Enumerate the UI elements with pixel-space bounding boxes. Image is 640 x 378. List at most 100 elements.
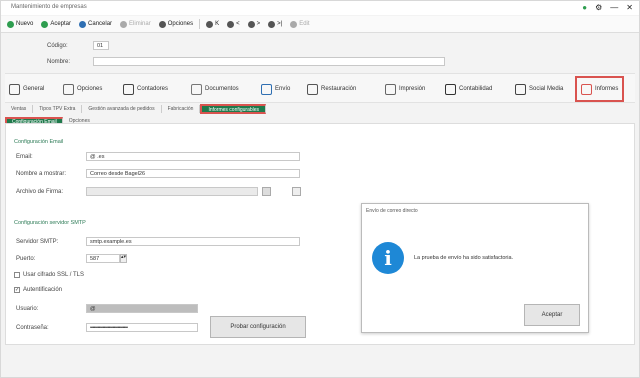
- category-label: Impresión: [399, 86, 426, 92]
- category-general[interactable]: General: [9, 80, 44, 98]
- print-icon: [385, 83, 396, 95]
- last-icon: [268, 20, 276, 28]
- category-label: Restauración: [321, 86, 357, 92]
- port-stepper-icon[interactable]: ▴▾: [120, 254, 127, 263]
- toolbar-edit-button[interactable]: Edit: [288, 20, 311, 28]
- auth-checkbox-row[interactable]: ✓ Autentificación: [14, 287, 62, 293]
- toolbar-separator: [199, 19, 201, 29]
- name-label: Nombre:: [47, 59, 71, 65]
- subtab-item[interactable]: Tipos TPV Extra: [33, 105, 83, 113]
- clear-icon[interactable]: [292, 187, 301, 196]
- subtab-item[interactable]: Informes configurables: [200, 104, 267, 114]
- browse-icon[interactable]: [262, 187, 271, 196]
- code-field[interactable]: 01: [93, 41, 109, 50]
- options-icon: [158, 20, 166, 28]
- test-config-button[interactable]: Probar configuración: [210, 316, 306, 338]
- check-icon: [41, 20, 49, 28]
- cancel-icon: [79, 20, 87, 28]
- smtp-section-title: Configuración servidor SMTP: [14, 220, 86, 226]
- category-label: Contadores: [137, 86, 169, 92]
- toolbar-label: Edit: [299, 21, 310, 27]
- category-documents[interactable]: Documentos: [191, 80, 239, 98]
- toolbar-next-button[interactable]: >: [246, 20, 263, 28]
- category-options[interactable]: Opciones: [63, 80, 102, 98]
- password-field[interactable]: ••••••••••••••••••••••••••••••: [86, 323, 198, 332]
- ssl-label: Usar cifrado SSL / TLS: [23, 272, 85, 278]
- toolbar-prev-button[interactable]: <: [225, 20, 242, 28]
- general-icon: [9, 83, 20, 95]
- toolbar-new-button[interactable]: Nuevo: [5, 20, 35, 28]
- category-label: Documentos: [205, 86, 239, 92]
- toolbar-last-button[interactable]: >|: [266, 20, 284, 28]
- delete-icon: [120, 20, 128, 28]
- category-bar: General Opciones Contadores Documentos Envío…: [5, 73, 635, 103]
- toolbar-label: >|: [277, 21, 283, 27]
- category-label: Social Media: [529, 86, 564, 92]
- user-field[interactable]: @: [86, 304, 198, 313]
- toolbar-first-button[interactable]: K: [204, 20, 221, 28]
- user-label: Usuario:: [16, 306, 39, 312]
- ssl-checkbox[interactable]: [14, 272, 20, 278]
- category-restaurant[interactable]: Restauración: [307, 80, 356, 98]
- prev-icon: [227, 20, 235, 28]
- port-label: Puerto:: [16, 256, 36, 262]
- signature-label: Archivo de Firma:: [16, 189, 64, 195]
- status-dot-icon[interactable]: ●: [582, 3, 587, 13]
- smtp-server-label: Servidor SMTP:: [16, 239, 59, 245]
- ok-button[interactable]: Aceptar: [524, 304, 580, 326]
- category-label: General: [23, 86, 45, 92]
- smtp-server-field[interactable]: smtp.example.es: [86, 237, 300, 246]
- email-field[interactable]: @ .es: [86, 152, 300, 161]
- close-icon[interactable]: ✕: [626, 3, 633, 13]
- toolbar-label: Aceptar: [50, 21, 72, 27]
- ssl-checkbox-row[interactable]: Usar cifrado SSL / TLS: [14, 272, 84, 278]
- name-field[interactable]: [93, 57, 445, 66]
- category-reports[interactable]: Informes: [575, 76, 625, 102]
- shipping-icon: [261, 83, 272, 95]
- toolbar-label: Cancelar: [88, 21, 113, 27]
- sender-label: Nombre a mostrar:: [16, 171, 67, 177]
- dialog-message: La prueba de envío ha sido satisfactoria…: [414, 255, 514, 261]
- minimize-icon[interactable]: —: [610, 3, 618, 13]
- app-window: Mantenimiento de empresas ● ⚙ — ✕ Nuevo A…: [0, 0, 640, 378]
- category-shipping[interactable]: Envío: [261, 80, 290, 98]
- new-icon: [7, 20, 14, 28]
- port-field[interactable]: 587: [86, 254, 120, 263]
- email-label: Email:: [16, 154, 33, 160]
- window-controls: ● ⚙ — ✕: [582, 3, 633, 13]
- dialog-title: Envío de correo directo: [366, 208, 418, 214]
- toolbar-options-button[interactable]: Opciones: [157, 20, 195, 28]
- toolbar-label: Nuevo: [16, 21, 34, 27]
- category-accounting[interactable]: Contabilidad: [445, 80, 492, 98]
- window-title: Mantenimiento de empresas: [11, 4, 87, 10]
- toolbar-cancel-button[interactable]: Cancelar: [77, 20, 114, 28]
- auth-checkbox[interactable]: ✓: [14, 287, 20, 293]
- edit-icon: [290, 20, 298, 28]
- reports-icon: [581, 83, 592, 95]
- subtab-item[interactable]: Gestión avanzada de pedidos: [82, 105, 162, 113]
- main-toolbar: Nuevo Aceptar Cancelar Eliminar Opciones K < > >…: [1, 16, 639, 33]
- toolbar-label: >: [256, 21, 261, 27]
- email-section-title: Configuración Email: [14, 139, 64, 145]
- settings-icon[interactable]: ⚙: [595, 3, 602, 13]
- category-label: Envío: [275, 86, 291, 92]
- signature-field[interactable]: [86, 187, 258, 196]
- info-icon: i: [372, 242, 404, 274]
- toolbar-delete-button[interactable]: Eliminar: [118, 20, 153, 28]
- message-dialog: Envío de correo directo i La prueba de e…: [361, 203, 589, 333]
- first-icon: [206, 20, 214, 28]
- category-label: Opciones: [77, 86, 103, 92]
- toolbar-label: <: [236, 21, 240, 27]
- category-print[interactable]: Impresión: [385, 80, 425, 98]
- toolbar-label: Eliminar: [129, 21, 151, 27]
- toolbar-check-button[interactable]: Aceptar: [39, 20, 73, 28]
- subtab-strip: Ventas Tipos TPV Extra Gestión avanzada de…: [5, 104, 267, 114]
- category-counters[interactable]: Contadores: [123, 80, 168, 98]
- category-social[interactable]: Social Media: [515, 80, 563, 98]
- subtab-item[interactable]: Ventas: [5, 105, 34, 113]
- sender-name-field[interactable]: Correo desde Bagel26: [86, 169, 300, 178]
- test-config-label: Probar configuración: [230, 324, 286, 330]
- auth-label: Autentificación: [23, 287, 63, 293]
- subtab-item[interactable]: Fabricación: [162, 105, 201, 113]
- password-label: Contraseña:: [16, 325, 49, 331]
